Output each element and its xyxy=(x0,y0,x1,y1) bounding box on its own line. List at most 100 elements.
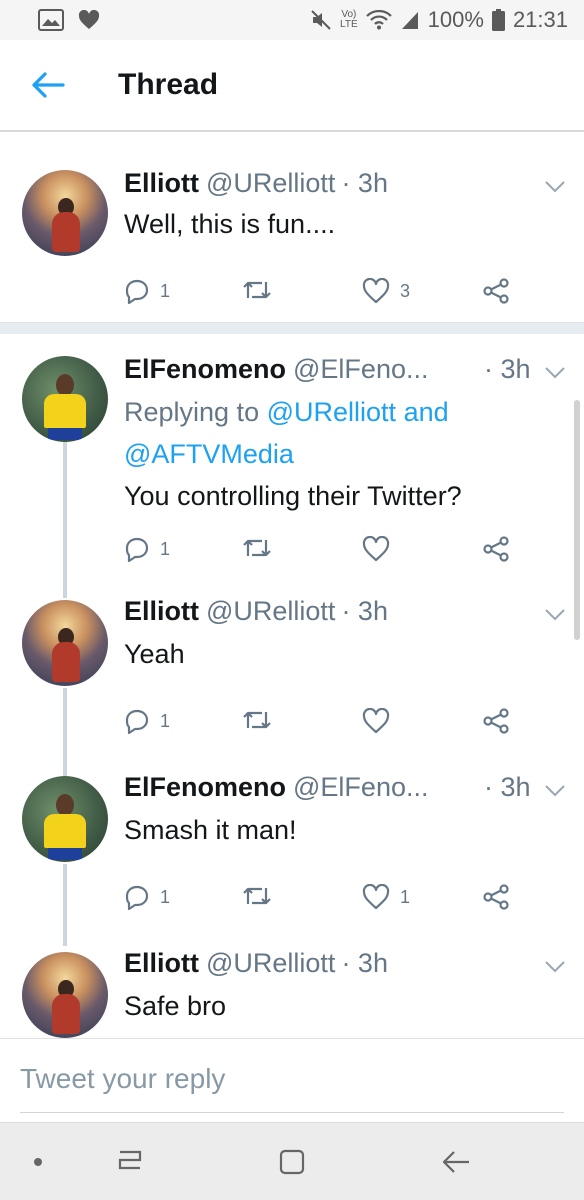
dot-icon xyxy=(34,1158,42,1166)
replying-to: Replying to @URelliott and xyxy=(124,392,449,432)
tweet-text: Safe bro xyxy=(124,991,227,1021)
avatar[interactable] xyxy=(22,952,108,1038)
user-handle[interactable]: @ElFeno... xyxy=(293,354,428,385)
display-name[interactable]: ElFenomeno xyxy=(124,772,286,803)
tweet[interactable]: Elliott @URelliott · 3h Yeah 1 xyxy=(0,582,584,758)
display-name[interactable]: ElFenomeno xyxy=(124,354,286,385)
like-button[interactable]: 1 xyxy=(362,884,410,910)
display-name[interactable]: Elliott xyxy=(124,596,199,627)
timestamp: · 3h xyxy=(341,168,388,198)
reply-count: 1 xyxy=(160,538,171,559)
like-button[interactable] xyxy=(362,536,400,562)
replying-to-line2: @AFTVMedia xyxy=(124,434,294,474)
chevron-down-icon[interactable] xyxy=(544,784,566,798)
lte-label: LTE xyxy=(340,19,358,30)
back-icon xyxy=(442,1151,469,1173)
system-nav-bar xyxy=(0,1122,584,1200)
top-spacer xyxy=(0,132,584,148)
tweet-actions: 1 xyxy=(124,536,564,566)
tweet-text: You controlling their Twitter? xyxy=(124,481,462,511)
retweet-button[interactable] xyxy=(242,278,282,302)
user-handle[interactable]: @URelliott xyxy=(206,596,335,627)
mention-link[interactable]: @AFTVMedia xyxy=(124,439,294,469)
wifi-icon xyxy=(365,10,392,30)
retweet-button[interactable] xyxy=(242,536,282,560)
chevron-down-icon[interactable] xyxy=(544,960,566,974)
user-handle[interactable]: @URelliott xyxy=(206,168,335,199)
reply-icon xyxy=(125,279,149,304)
tweet-actions: 1 xyxy=(124,708,564,738)
tweet[interactable]: Elliott @URelliott · 3h Well, this is fu… xyxy=(0,148,584,320)
back-nav-button[interactable] xyxy=(436,1145,476,1179)
scrollbar[interactable] xyxy=(574,400,580,640)
avatar[interactable] xyxy=(22,600,108,686)
chevron-down-icon[interactable] xyxy=(544,366,566,380)
share-icon xyxy=(483,708,509,734)
share-button[interactable] xyxy=(482,536,510,562)
tweet[interactable]: Elliott @URelliott · 3h Safe bro xyxy=(0,934,584,1038)
share-button[interactable] xyxy=(482,278,510,304)
nav-dot-button[interactable] xyxy=(18,1145,58,1179)
tweet-text: Well, this is fun.... xyxy=(124,209,336,239)
timestamp: · 3h xyxy=(341,948,388,978)
tweet-actions: 1 3 xyxy=(124,278,564,308)
home-button[interactable] xyxy=(272,1145,312,1179)
avatar[interactable] xyxy=(22,776,108,862)
recents-button[interactable] xyxy=(110,1145,150,1179)
user-handle[interactable]: @ElFeno... xyxy=(293,772,428,803)
timestamp: · 3h xyxy=(484,354,531,384)
heart-icon xyxy=(362,708,390,734)
retweet-button[interactable] xyxy=(242,708,282,732)
heart-icon xyxy=(362,278,390,304)
mention-link[interactable]: @URelliott xyxy=(267,397,396,427)
avatar[interactable] xyxy=(22,356,108,442)
share-button[interactable] xyxy=(482,884,510,910)
reply-count: 1 xyxy=(160,280,171,301)
like-count: 3 xyxy=(400,280,411,301)
reply-composer: Tweet your reply xyxy=(0,1038,584,1122)
chevron-down-icon[interactable] xyxy=(544,180,566,194)
page-title: Thread xyxy=(118,68,219,101)
retweet-icon xyxy=(243,711,271,729)
display-name[interactable]: Elliott xyxy=(124,948,199,979)
thread-feed[interactable]: Elliott @URelliott · 3h Well, this is fu… xyxy=(0,132,584,1038)
timestamp: · 3h xyxy=(341,596,388,626)
like-button[interactable]: 3 xyxy=(362,278,410,304)
heart-icon xyxy=(362,884,390,910)
tweet-text: Yeah xyxy=(124,639,185,669)
tweet[interactable]: ElFenomeno @ElFeno... · 3h Replying to @… xyxy=(0,334,584,580)
display-name[interactable]: Elliott xyxy=(124,168,199,199)
reply-input[interactable]: Tweet your reply xyxy=(20,1063,564,1113)
back-button[interactable] xyxy=(18,55,78,115)
mute-icon xyxy=(311,10,331,30)
user-handle[interactable]: @URelliott xyxy=(206,948,335,979)
reply-count: 1 xyxy=(160,710,171,731)
reply-button[interactable]: 1 xyxy=(124,536,170,562)
reply-button[interactable]: 1 xyxy=(124,884,170,910)
retweet-icon xyxy=(243,539,271,557)
share-icon xyxy=(483,278,509,304)
tweet-text: Smash it man! xyxy=(124,815,297,845)
tweet-header: Elliott @URelliott · 3h xyxy=(124,596,388,627)
tweet-header: Elliott @URelliott · 3h xyxy=(124,168,388,199)
like-button[interactable] xyxy=(362,708,400,734)
reply-button[interactable]: 1 xyxy=(124,708,170,734)
tweet-header: Elliott @URelliott · 3h xyxy=(124,948,388,979)
heart-icon xyxy=(362,536,390,562)
share-button[interactable] xyxy=(482,708,510,734)
reply-button[interactable]: 1 xyxy=(124,278,170,304)
reply-icon xyxy=(125,709,149,734)
retweet-button[interactable] xyxy=(242,884,282,908)
heart-icon xyxy=(78,10,100,29)
home-icon xyxy=(279,1149,305,1175)
volte-indicator: Vo) LTE xyxy=(340,10,358,30)
avatar[interactable] xyxy=(22,170,108,256)
status-bar: Vo) LTE 100% 21:31 xyxy=(0,0,584,40)
reply-icon xyxy=(125,537,149,562)
chevron-down-icon[interactable] xyxy=(544,608,566,622)
tweet[interactable]: ElFenomeno @ElFeno... · 3h Smash it man!… xyxy=(0,758,584,934)
app-bar: Thread xyxy=(0,40,584,132)
arrow-left-icon xyxy=(32,72,65,98)
battery-percent: 100% xyxy=(427,7,484,32)
battery-icon xyxy=(491,9,505,31)
